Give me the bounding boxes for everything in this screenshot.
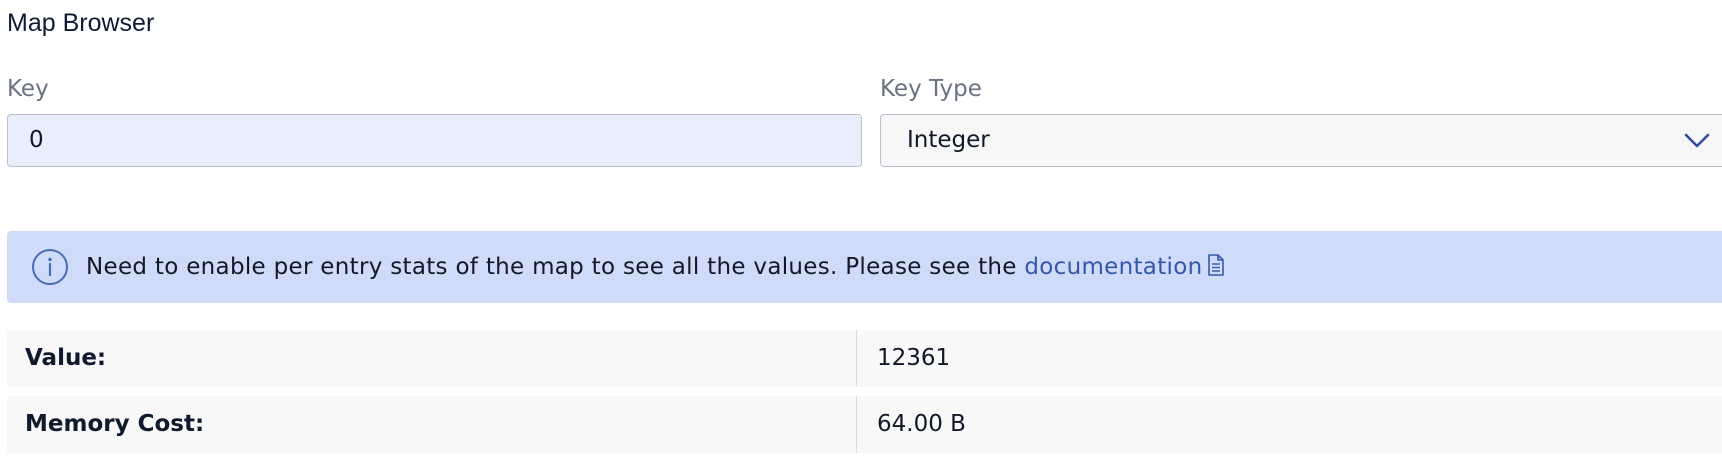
map-browser-page: Map Browser Key Key Type 0 Integer Need … [0, 0, 1722, 462]
page-title: Map Browser [7, 9, 155, 37]
table-row: Memory Cost: 64.00 B [7, 396, 1722, 453]
banner-message: Need to enable per entry stats of the ma… [86, 251, 1226, 283]
key-type-select[interactable]: Integer [880, 114, 1722, 167]
banner-message-text: Need to enable per entry stats of the ma… [86, 254, 1025, 280]
key-input-value: 0 [29, 127, 44, 153]
value-label: Value: [7, 330, 857, 387]
key-label: Key [7, 76, 49, 102]
value-value: 12361 [877, 345, 951, 371]
info-banner: Need to enable per entry stats of the ma… [7, 231, 1722, 303]
key-input[interactable]: 0 [7, 114, 862, 167]
key-type-value: Integer [907, 127, 990, 153]
documentation-link[interactable]: documentation [1024, 254, 1226, 280]
table-row: Value: 12361 [7, 330, 1722, 387]
memory-cost-value: 64.00 B [877, 411, 966, 437]
entry-details-table: Value: 12361 Memory Cost: 64.00 B [7, 330, 1722, 462]
info-icon [32, 249, 68, 285]
documentation-link-text: documentation [1024, 254, 1203, 280]
key-type-label: Key Type [880, 76, 982, 102]
document-icon [1208, 254, 1225, 276]
chevron-down-icon [1684, 133, 1710, 148]
memory-cost-label: Memory Cost: [7, 396, 857, 453]
